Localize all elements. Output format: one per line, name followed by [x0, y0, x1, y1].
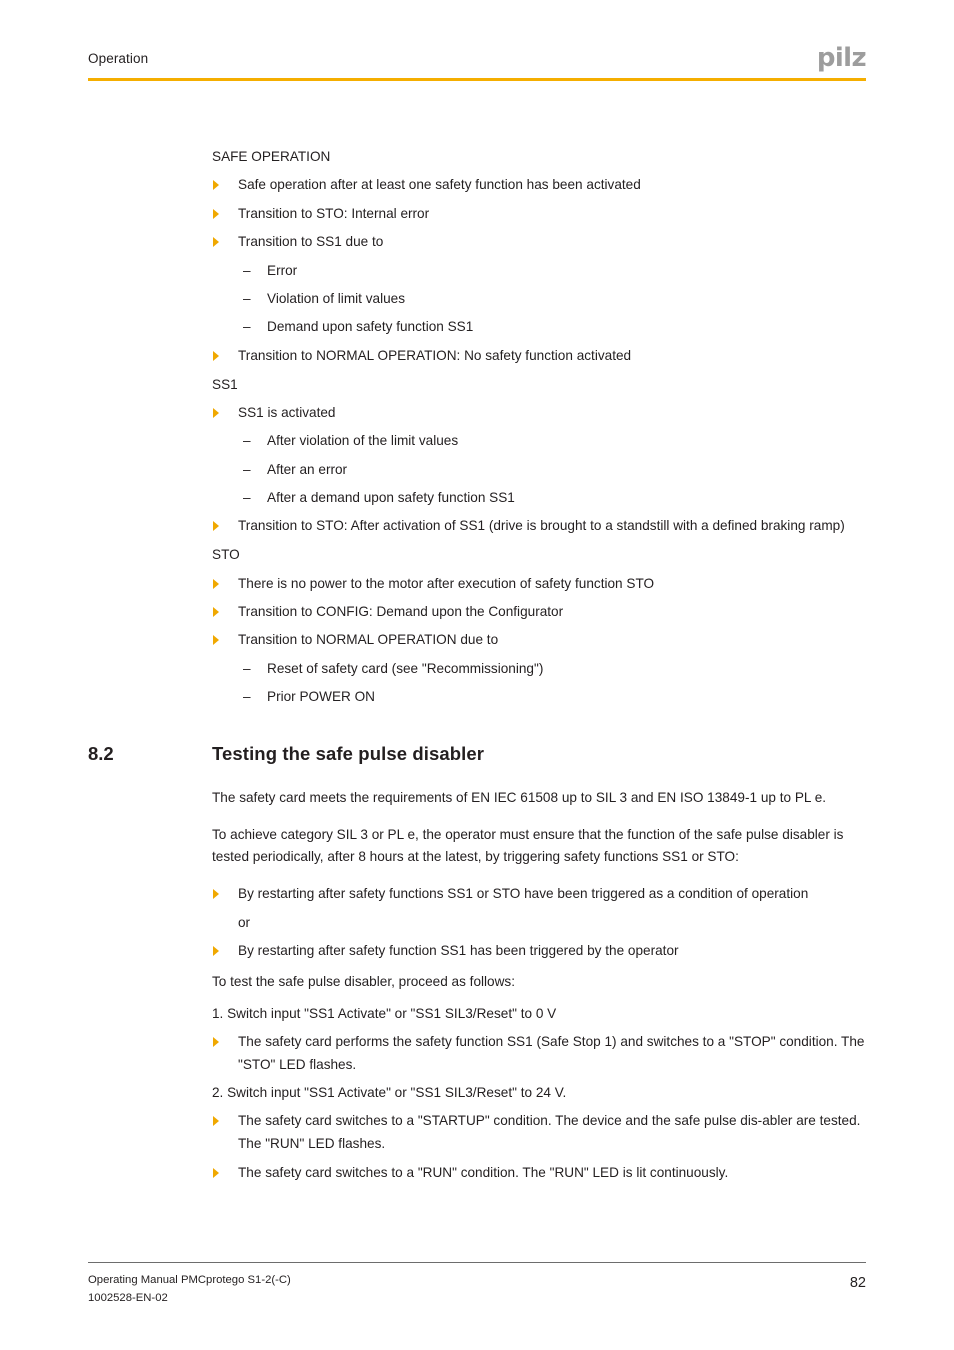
bullet-item: There is no power to the motor after exe…: [212, 573, 866, 596]
group-label: STO: [212, 547, 240, 563]
section-number: 8.2: [88, 743, 114, 765]
triangle-bullet-icon: [213, 180, 219, 191]
page-content: SAFE OPERATION Safe operation after at l…: [88, 140, 866, 1190]
bullet-text: The safety card switches to a "RUN" cond…: [238, 1164, 729, 1180]
dash-bullet-icon: –: [243, 660, 251, 676]
or-separator: or: [238, 914, 251, 930]
triangle-bullet-icon: [213, 237, 219, 248]
procedure-step: 1. Switch input "SS1 Activate" or "SS1 S…: [212, 1005, 557, 1021]
section-body: The safety card meets the requirements o…: [212, 787, 866, 1184]
page-number: 82: [849, 1275, 866, 1291]
dash-bullet-icon: –: [243, 461, 251, 477]
group-label: SS1: [212, 376, 238, 392]
sub-bullet-item: – Prior POWER ON: [212, 686, 866, 709]
triangle-bullet-icon: [213, 635, 219, 646]
sub-bullet-text: After a demand upon safety function SS1: [267, 490, 515, 506]
paragraph: The safety card meets the requirements o…: [212, 790, 827, 806]
procedure-step: 2. Switch input "SS1 Activate" or "SS1 S…: [212, 1085, 567, 1101]
dash-bullet-icon: –: [243, 319, 251, 335]
group-sto: STO There is no power to the motor after…: [212, 544, 866, 709]
sub-bullet-text: Prior POWER ON: [267, 689, 375, 705]
bullet-item: Transition to STO: Internal error: [212, 203, 866, 226]
paragraph: To achieve category SIL 3 or PL e, the o…: [212, 826, 844, 865]
sub-bullet-text: Error: [267, 262, 298, 278]
sub-bullet-text: After violation of the limit values: [267, 433, 459, 449]
bullet-text: The safety card performs the safety func…: [238, 1033, 865, 1072]
sub-bullet-item: – Error: [212, 260, 866, 283]
triangle-bullet-icon: [213, 1116, 219, 1127]
dash-bullet-icon: –: [243, 689, 251, 705]
sub-bullet-item: – After a demand upon safety function SS…: [212, 487, 866, 510]
bullet-item: Transition to SS1 due to: [212, 231, 866, 254]
sub-bullet-item: – After violation of the limit values: [212, 430, 866, 453]
footer-document-info: Operating Manual PMCprotego S1-2(-C) 100…: [88, 1272, 291, 1307]
triangle-bullet-icon: [213, 889, 219, 900]
bullet-text: By restarting after safety function SS1 …: [238, 942, 679, 958]
footer-manual-title: Operating Manual PMCprotego S1-2(-C): [88, 1274, 291, 1286]
dash-bullet-icon: –: [243, 262, 251, 278]
bullet-text: By restarting after safety functions SS1…: [238, 886, 809, 902]
bullet-item: The safety card switches to a "STARTUP" …: [212, 1110, 866, 1156]
bullet-item: By restarting after safety functions SS1…: [212, 883, 866, 906]
page-footer: Operating Manual PMCprotego S1-2(-C) 100…: [88, 1272, 866, 1316]
bullet-item: SS1 is activated: [212, 402, 866, 425]
dash-bullet-icon: –: [243, 490, 251, 506]
document-page: Operation pilz SAFE OPERATION Safe opera…: [0, 0, 954, 1350]
bullet-item: Transition to STO: After activation of S…: [212, 515, 866, 538]
bullet-text: Transition to STO: Internal error: [238, 205, 430, 221]
sub-bullet-item: – After an error: [212, 459, 866, 482]
bullet-text: SS1 is activated: [238, 404, 336, 420]
dash-bullet-icon: –: [243, 290, 251, 306]
bullet-text: Transition to STO: After activation of S…: [238, 518, 845, 534]
bullet-text: Transition to NORMAL OPERATION due to: [238, 632, 499, 648]
triangle-bullet-icon: [213, 521, 219, 532]
sub-bullet-item: – Demand upon safety function SS1: [212, 316, 866, 339]
procedure-intro: To test the safe pulse disabler, proceed…: [212, 974, 516, 990]
section-title: Testing the safe pulse disabler: [212, 743, 485, 765]
sub-bullet-text: Demand upon safety function SS1: [267, 319, 474, 335]
triangle-bullet-icon: [213, 350, 219, 361]
triangle-bullet-icon: [213, 607, 219, 618]
bullet-item: By restarting after safety function SS1 …: [212, 940, 866, 963]
footer-document-id: 1002528-EN-02: [88, 1291, 168, 1304]
triangle-bullet-icon: [213, 407, 219, 418]
sub-bullet-text: Reset of safety card (see "Recommissioni…: [267, 660, 544, 676]
sub-bullet-text: After an error: [267, 461, 348, 477]
bullet-item: Transition to CONFIG: Demand upon the Co…: [212, 601, 866, 624]
bullet-text: Transition to SS1 due to: [238, 234, 384, 250]
bullet-item: The safety card switches to a "RUN" cond…: [212, 1162, 866, 1185]
bullet-item: Transition to NORMAL OPERATION due to: [212, 629, 866, 652]
triangle-bullet-icon: [213, 578, 219, 589]
sub-bullet-item: – Reset of safety card (see "Recommissio…: [212, 658, 866, 681]
group-label: SAFE OPERATION: [212, 149, 331, 164]
group-ss1: SS1 SS1 is activated – After violation o…: [212, 374, 866, 539]
triangle-bullet-icon: [213, 1036, 219, 1047]
sub-bullet-text: Violation of limit values: [267, 290, 406, 306]
bullet-text: There is no power to the motor after exe…: [238, 575, 655, 591]
bullet-text: Safe operation after at least one safety…: [238, 177, 641, 193]
triangle-bullet-icon: [213, 1167, 219, 1178]
header-section-title: Operation: [88, 51, 149, 66]
bullet-text: Transition to NORMAL OPERATION: No safet…: [238, 347, 632, 363]
bullet-item: Transition to NORMAL OPERATION: No safet…: [212, 345, 866, 368]
dash-bullet-icon: –: [243, 433, 251, 449]
sub-bullet-item: – Violation of limit values: [212, 288, 866, 311]
section-heading: 8.2 Testing the safe pulse disabler: [88, 743, 866, 773]
bullet-text: Transition to CONFIG: Demand upon the Co…: [238, 604, 564, 620]
bullet-text: The safety card switches to a "STARTUP" …: [238, 1113, 861, 1152]
footer-rule: [88, 1262, 866, 1263]
triangle-bullet-icon: [213, 208, 219, 219]
pilz-logo: pilz: [816, 43, 867, 73]
bullet-item: Safe operation after at least one safety…: [212, 174, 866, 197]
triangle-bullet-icon: [213, 945, 219, 956]
header-accent-rule: [88, 78, 866, 81]
group-safe-operation: SAFE OPERATION Safe operation after at l…: [212, 146, 866, 368]
bullet-item: The safety card performs the safety func…: [212, 1031, 866, 1077]
